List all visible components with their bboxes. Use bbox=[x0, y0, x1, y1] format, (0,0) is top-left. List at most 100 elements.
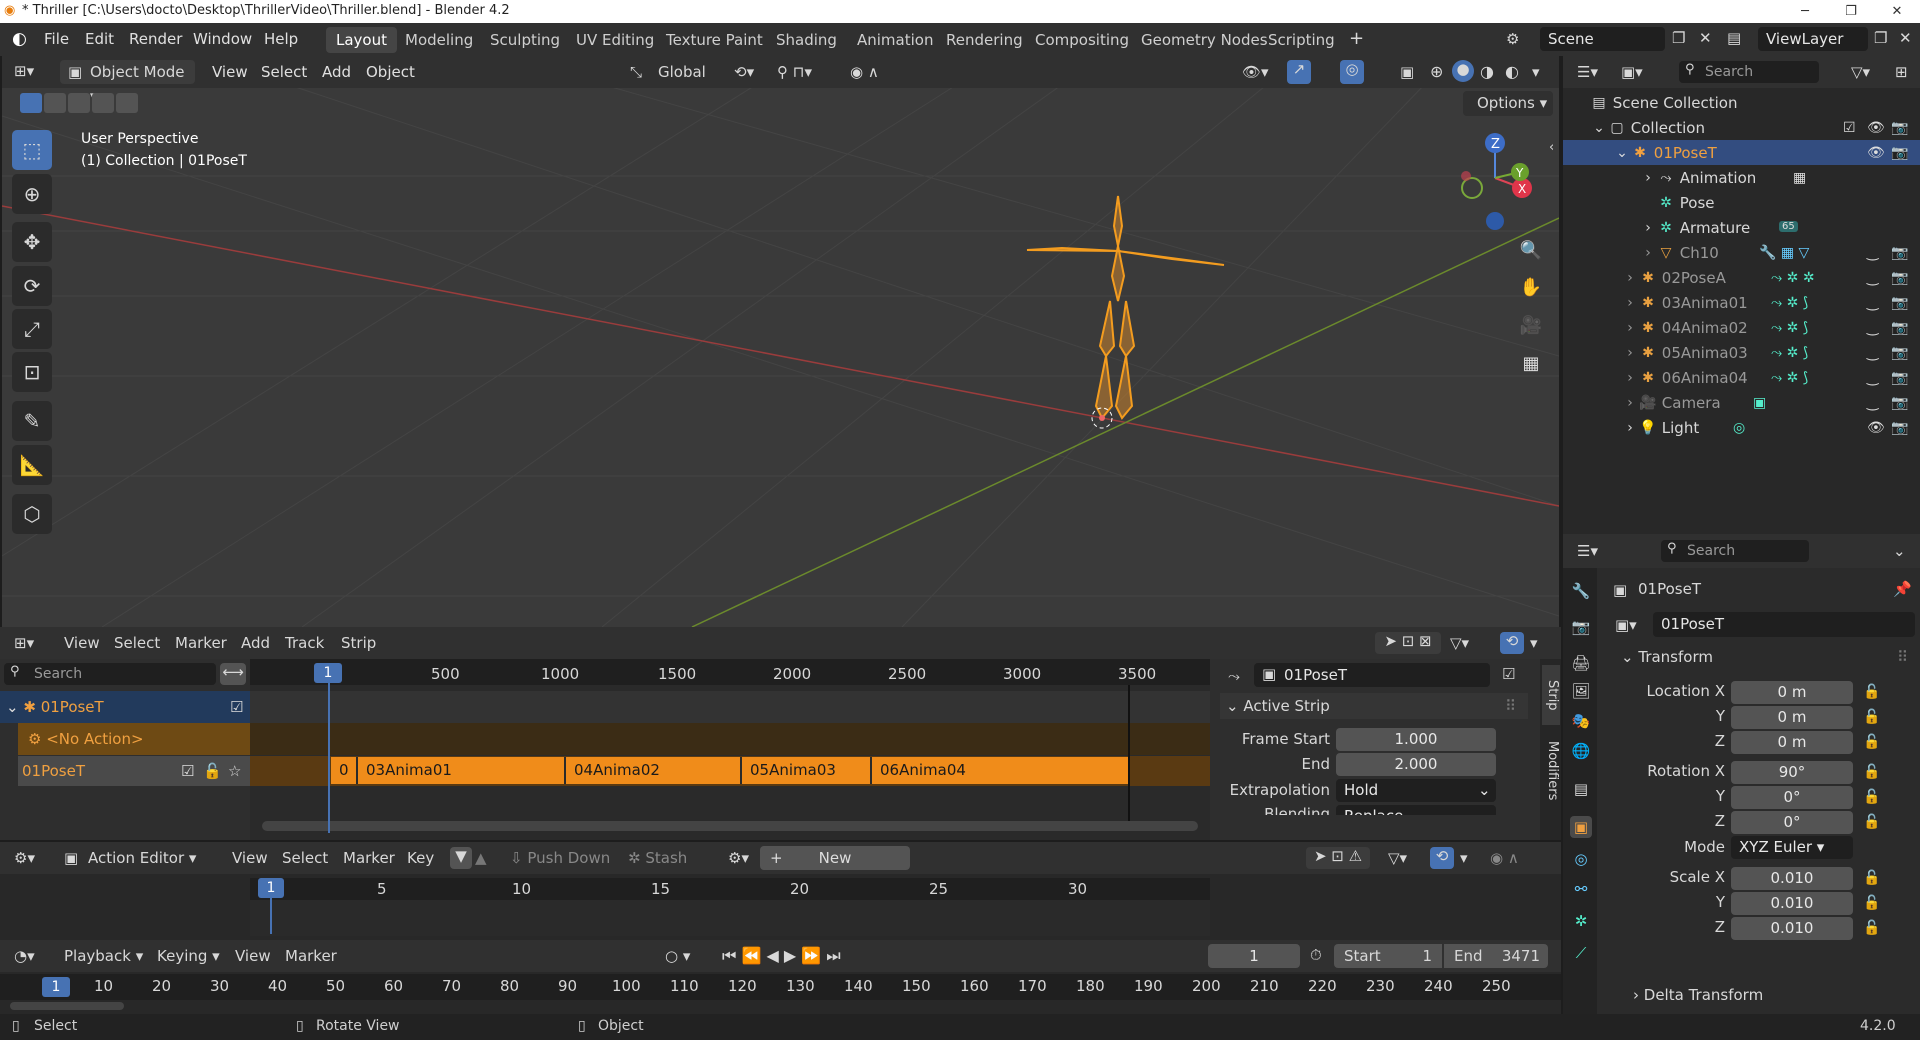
timeline-editor-icon[interactable]: ◔▾ bbox=[14, 947, 35, 965]
pan-hand-icon[interactable]: ✋ bbox=[1515, 271, 1547, 303]
outliner-armature[interactable]: › ✲ Armature 65 bbox=[1563, 215, 1920, 240]
view-layer-selector[interactable]: ViewLayer bbox=[1758, 27, 1868, 51]
location-x-field[interactable]: 0 m bbox=[1731, 681, 1853, 704]
scale-x-field[interactable]: 0.010 bbox=[1731, 867, 1853, 890]
tool-tab-icon[interactable]: 🔧 bbox=[1570, 580, 1592, 602]
action-menu-key[interactable]: Key bbox=[407, 849, 434, 867]
tab-compositing[interactable]: Compositing bbox=[1025, 27, 1139, 53]
viewport-menu-object[interactable]: Object bbox=[366, 63, 415, 81]
select-box-tool[interactable]: ⬚ bbox=[12, 130, 52, 170]
action-menu-marker[interactable]: Marker bbox=[343, 849, 395, 867]
shading-options-icon[interactable]: ▾ bbox=[1532, 63, 1540, 81]
lock-icon[interactable]: 🔓 bbox=[1863, 760, 1887, 785]
timeline-current-frame[interactable]: 1 bbox=[42, 977, 70, 997]
options-dropdown[interactable]: Options ▾ bbox=[1463, 91, 1553, 116]
rendered-shading-icon[interactable]: ◐ bbox=[1505, 62, 1519, 81]
xray-icon[interactable]: ▣ bbox=[1400, 63, 1414, 81]
nla-strip-05anima03[interactable]: 05Anima03 bbox=[742, 757, 872, 784]
nla-snap-dropdown-icon[interactable]: ▾ bbox=[1530, 634, 1538, 652]
close-button[interactable]: ✕ bbox=[1874, 0, 1920, 23]
outliner-collection[interactable]: ⌄ ▢ Collection ☑ 👁 📷 bbox=[1563, 115, 1920, 140]
select-subtract-icon[interactable] bbox=[68, 93, 90, 113]
layer-down-icon[interactable]: ▼ bbox=[450, 847, 472, 869]
drag-handle-icon[interactable]: ⠿ bbox=[1505, 693, 1516, 719]
navigation-gizmo[interactable]: Z X Y bbox=[1450, 128, 1550, 238]
action-snap-icon[interactable]: ⟲ bbox=[1430, 847, 1454, 869]
nla-current-frame[interactable]: 1 bbox=[314, 663, 342, 683]
action-editor-mode-dropdown[interactable]: ▣ Action Editor ▾ bbox=[60, 846, 215, 870]
viewport-menu-view[interactable]: View bbox=[212, 63, 248, 81]
01poset-camera-icon[interactable]: 📷 bbox=[1891, 145, 1908, 161]
timeline-scrollbar[interactable] bbox=[10, 1002, 124, 1010]
scene-icon[interactable]: ⚙ bbox=[1506, 30, 1519, 48]
scene-tab-icon[interactable]: 🎭 bbox=[1570, 710, 1592, 732]
pivot-icon[interactable]: ⟲▾ bbox=[734, 63, 754, 81]
action-menu-select[interactable]: Select bbox=[282, 849, 328, 867]
select-intersect-icon[interactable] bbox=[92, 93, 114, 113]
outliner-pose[interactable]: ✲ Pose bbox=[1563, 190, 1920, 215]
object-mode-dropdown[interactable]: ▣Object Mode ▾ bbox=[60, 60, 195, 105]
current-frame-field[interactable]: 1 bbox=[1208, 944, 1300, 968]
material-shading-icon[interactable]: ◑ bbox=[1480, 62, 1494, 81]
lock-icon[interactable]: 🔓 bbox=[1863, 891, 1887, 916]
outliner-ch10[interactable]: › ▽ Ch10 🔧 ▦ ▽ ‿ 📷 bbox=[1563, 240, 1920, 265]
delta-transform-header[interactable]: › Delta Transform bbox=[1633, 986, 1763, 1004]
outliner-filter-icon[interactable]: ▽▾ bbox=[1851, 63, 1870, 81]
tab-shading[interactable]: Shading bbox=[766, 27, 847, 53]
outliner-01poset[interactable]: ⌄ ✱ 01PoseT 👁 📷 bbox=[1563, 140, 1920, 165]
world-tab-icon[interactable]: 🌐 bbox=[1570, 740, 1592, 762]
ortho-grid-icon[interactable]: ▦ bbox=[1515, 347, 1547, 379]
overlay-toggle-icon[interactable]: ◎ bbox=[1340, 60, 1364, 84]
action-browse-icon[interactable]: ⚙▾ bbox=[728, 849, 749, 867]
scene-selector[interactable]: Scene bbox=[1540, 27, 1665, 51]
nla-track-area[interactable] bbox=[250, 659, 1210, 840]
outliner-camera[interactable]: › 🎥 Camera ▣ ‿ 📷 bbox=[1563, 390, 1920, 415]
menu-file[interactable]: File bbox=[44, 30, 69, 48]
measure-tool[interactable]: 📐 bbox=[12, 445, 52, 485]
nla-snap-icon[interactable]: ⟲ bbox=[1500, 632, 1524, 654]
preview-range-icon[interactable]: ⏱ bbox=[1310, 946, 1322, 964]
select-new-icon[interactable] bbox=[20, 93, 42, 113]
nla-filter-icon[interactable]: ▽▾ bbox=[1450, 634, 1469, 652]
nla-search-input[interactable]: Search bbox=[4, 663, 216, 685]
viewport-menu-add[interactable]: Add bbox=[322, 63, 351, 81]
nla-strip-04anima02[interactable]: 04Anima02 bbox=[566, 757, 742, 784]
ch10-camera-icon[interactable]: 📷 bbox=[1891, 245, 1908, 261]
solo-star-icon[interactable]: ☆ bbox=[228, 756, 241, 786]
sidebar-toggle-icon[interactable]: ‹ bbox=[1549, 140, 1554, 155]
cursor-tool[interactable]: ⊕ bbox=[12, 174, 52, 214]
nla-menu-track[interactable]: Track bbox=[285, 634, 324, 652]
menu-render[interactable]: Render bbox=[129, 30, 182, 48]
tab-texture-paint[interactable]: Texture Paint bbox=[656, 27, 773, 53]
bone-tab-icon[interactable]: ⟋ bbox=[1570, 942, 1592, 964]
timeline-menu-marker[interactable]: Marker bbox=[285, 947, 337, 965]
outliner-05anima03[interactable]: › ✱ 05Anima03 ⤳ ✲ ⟆ ‿ 📷 bbox=[1563, 340, 1920, 365]
output-tab-icon[interactable]: 🖨 bbox=[1570, 652, 1592, 674]
rotation-x-field[interactable]: 90° bbox=[1731, 761, 1853, 784]
new-view-layer-icon[interactable]: ❐ bbox=[1874, 29, 1887, 47]
tab-strip[interactable]: Strip bbox=[1542, 665, 1560, 725]
nla-horizontal-scrollbar[interactable] bbox=[262, 821, 1198, 831]
properties-options-icon[interactable]: ⌄ bbox=[1893, 542, 1906, 560]
scale-y-field[interactable]: 0.010 bbox=[1731, 892, 1853, 915]
orientation-dropdown[interactable]: Global bbox=[658, 63, 706, 81]
stash-button[interactable]: ✲ Stash bbox=[628, 849, 687, 867]
nla-object-row[interactable]: ⌄ ✱ 01PoseT ☑ bbox=[0, 691, 250, 723]
nla-object-checkbox[interactable]: ☑ bbox=[230, 691, 243, 723]
outliner-03anima01[interactable]: › ✱ 03Anima01 ⤳ ✲ ⟆ ‿ 📷 bbox=[1563, 290, 1920, 315]
tab-animation[interactable]: Animation bbox=[847, 27, 943, 53]
collection-tab-icon[interactable]: ▤ bbox=[1570, 778, 1592, 800]
end-frame-field[interactable]: End 3471 bbox=[1444, 944, 1548, 968]
new-collection-icon[interactable]: ⊞ bbox=[1895, 63, 1908, 81]
delete-view-layer-icon[interactable]: ✕ bbox=[1899, 29, 1912, 47]
snap-icon[interactable]: ⚲ ⊓▾ bbox=[777, 63, 812, 81]
nla-editor-icon[interactable]: ⊞▾ bbox=[14, 634, 34, 652]
nla-no-action-row[interactable]: ⚙ <No Action> bbox=[18, 723, 250, 755]
lock-icon[interactable]: 🔓 bbox=[1863, 916, 1887, 941]
maximize-button[interactable]: ❐ bbox=[1828, 0, 1874, 23]
delete-scene-icon[interactable]: ✕ bbox=[1699, 29, 1712, 47]
minimize-button[interactable]: ─ bbox=[1782, 0, 1828, 23]
add-workspace-icon[interactable]: + bbox=[1349, 28, 1364, 49]
collection-checkbox[interactable]: ☑ bbox=[1843, 120, 1856, 136]
menu-window[interactable]: Window bbox=[193, 30, 252, 48]
